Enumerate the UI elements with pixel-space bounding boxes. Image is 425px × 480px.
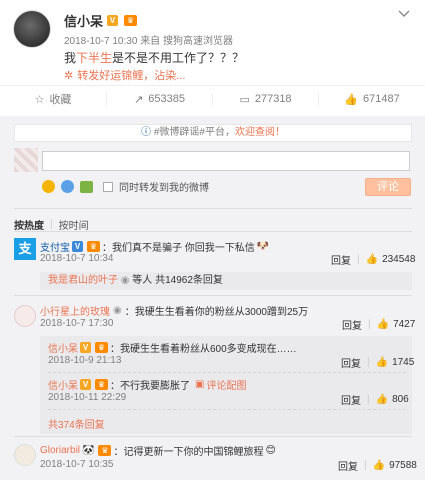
comment-text: 支付宝 V ♛ ：我们真不是骗子 你回我一下私信 🐶	[40, 239, 270, 254]
member-crown-icon: ♛	[95, 342, 108, 353]
nested-reply-time: 2018-10-11 22:29	[48, 392, 127, 403]
comment-like-button[interactable]: 👍 1745	[376, 357, 415, 368]
tab-sort-hot[interactable]: 按热度	[14, 217, 44, 232]
dog-emoji-icon: 🐶	[256, 241, 270, 252]
comment-time: 2018-10-7 10:35	[40, 459, 114, 470]
comment-time: 2018-10-7 10:34	[40, 253, 114, 264]
nested-reply-text: 信小呆 V ♛ ：不行我要膨胀了 ▣ 评论配图	[48, 377, 247, 392]
also-repost-label: 同时转发到我的微博	[119, 183, 209, 194]
thumb-up-icon: 👍	[375, 357, 389, 368]
commenter-name[interactable]: Gloriarbil	[40, 445, 80, 456]
commenter-avatar[interactable]	[14, 305, 36, 327]
comment-picture-link[interactable]: 评论配图	[206, 377, 246, 392]
verified-icon: V	[107, 15, 119, 26]
member-crown-icon: ♛	[98, 445, 112, 456]
repost-button[interactable]: ↗ 653385	[106, 92, 212, 106]
smile-emoji-icon: 😊	[265, 445, 276, 456]
keyword-highlight[interactable]: 下半生	[76, 51, 112, 65]
commenter-avatar[interactable]: 支	[14, 238, 36, 260]
nested-reply-time: 2018-10-9 21:13	[48, 355, 122, 366]
sub-reply-author[interactable]: 我是君山的叶子	[48, 275, 118, 286]
comment-input[interactable]	[42, 151, 410, 171]
reply-button[interactable]: 回复	[331, 252, 351, 267]
thumb-up-icon: 👍	[365, 254, 379, 265]
nested-reply-text: 信小呆 V ♛ ：我硬生生看着粉丝从600多变成现在……	[48, 340, 297, 355]
verified-icon: V	[80, 379, 91, 390]
comment-button[interactable]: ▭ 277318	[212, 92, 318, 106]
comment-icon: ▭	[239, 93, 250, 106]
post-source: 来自 搜狗高速浏览器	[140, 36, 233, 47]
lucky-repost-link[interactable]: ✲ 转发好运锦鲤，沾染...	[64, 67, 185, 83]
member-crown-icon: ♛	[87, 241, 100, 252]
nested-reply-author[interactable]: 信小呆	[48, 340, 78, 355]
reply-button[interactable]: 回复	[338, 458, 358, 473]
chevron-down-icon[interactable]	[398, 10, 410, 18]
reply-button[interactable]: 回复	[342, 317, 362, 332]
medal-icon: ◉	[120, 275, 130, 286]
author-avatar[interactable]	[13, 10, 51, 48]
comment-like-button[interactable]: 👍 234548	[366, 254, 416, 265]
panda-icon: 🐼	[82, 445, 95, 456]
comment-like-button[interactable]: 👍 7427	[377, 319, 416, 330]
more-replies-link[interactable]: 共374条回复	[48, 416, 105, 431]
topic-icon[interactable]	[61, 180, 74, 193]
post-timestamp[interactable]: 2018-10-7 10:30	[64, 36, 137, 47]
tab-sort-time[interactable]: 按时间	[59, 217, 89, 232]
post-text: 我下半生是不是不用工作了？？？	[64, 51, 245, 65]
comment-like-button[interactable]: 👍 806	[376, 394, 409, 405]
comment-time: 2018-10-7 17:30	[40, 318, 114, 329]
verified-icon: V	[72, 241, 83, 252]
image-icon[interactable]	[80, 180, 93, 193]
emoji-icon[interactable]	[42, 180, 55, 193]
repost-icon: ↗	[134, 93, 144, 106]
member-crown-icon: ♛	[124, 15, 138, 26]
thumb-up-icon: 👍	[372, 460, 386, 471]
comment-text: 小行星上的玫瑰 ◉ ：我硬生生看着你的粉丝从3000蹭到25万	[40, 303, 309, 318]
sub-reply-box: 我是君山的叶子 ◉ 等人 共14962条回复	[40, 272, 412, 290]
commenter-name[interactable]: 支付宝	[40, 239, 70, 254]
nested-reply-author[interactable]: 信小呆	[48, 377, 78, 392]
action-bar: ☆ 收藏 ↗ 653385 ▭ 277318 👍 671487	[0, 86, 425, 112]
comment-like-button[interactable]: 👍 97588	[373, 460, 417, 471]
comment-text: Gloriarbil 🐼 ♛ ：记得更新一下你的中国锦鲤旅程 😊	[40, 445, 276, 458]
medal-icon: ◉	[113, 305, 122, 316]
thumb-up-icon: 👍	[375, 394, 389, 405]
image-icon: ▣	[195, 379, 205, 390]
notice-bar: ⓘ #微博辟谣#平台，欢迎查阅！	[14, 124, 412, 142]
commenter-avatar[interactable]	[14, 444, 36, 466]
tab-divider: |	[50, 219, 53, 230]
link-spark-icon: ✲	[64, 69, 74, 82]
favorite-button[interactable]: ☆ 收藏	[0, 91, 106, 107]
reply-button[interactable]: 回复	[341, 392, 361, 407]
sub-reply-summary[interactable]: 等人 共14962条回复	[132, 275, 223, 286]
reply-button[interactable]: 回复	[341, 355, 361, 370]
star-icon: ☆	[34, 93, 45, 106]
verified-icon: V	[80, 342, 91, 353]
member-crown-icon: ♛	[95, 379, 108, 390]
author-name[interactable]: 信小呆	[64, 11, 103, 30]
info-icon: ⓘ	[141, 127, 152, 138]
thumb-up-icon: 👍	[344, 93, 358, 106]
thumb-up-icon: 👍	[376, 319, 390, 330]
commenter-name[interactable]: 小行星上的玫瑰	[40, 303, 110, 318]
my-avatar	[14, 148, 38, 172]
submit-comment-button[interactable]: 评论	[365, 178, 411, 196]
notice-link[interactable]: 欢迎查阅！	[235, 127, 285, 138]
like-button[interactable]: 👍 671487	[318, 92, 425, 106]
also-repost-checkbox[interactable]	[103, 181, 113, 192]
